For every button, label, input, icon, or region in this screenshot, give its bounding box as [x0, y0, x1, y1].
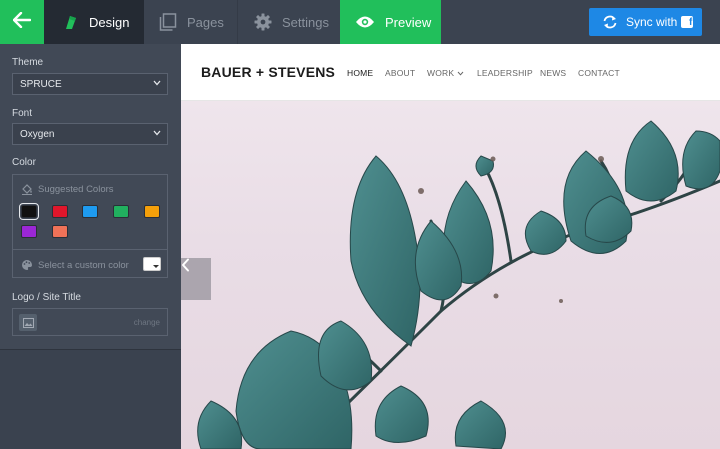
- suggested-colors-label: Suggested Colors: [38, 183, 114, 195]
- back-button[interactable]: [0, 0, 44, 44]
- sync-label: Sync with: [626, 15, 678, 29]
- hero-prev-button[interactable]: [181, 258, 211, 300]
- custom-color-label: Select a custom color: [38, 259, 129, 271]
- swatch-purple[interactable]: [21, 225, 37, 238]
- swatch-green[interactable]: [113, 205, 129, 218]
- custom-color-label-wrap: Select a custom color: [21, 259, 129, 271]
- custom-color-row[interactable]: Select a custom color: [13, 249, 167, 278]
- nav-leadership[interactable]: LEADERSHIP: [477, 68, 533, 78]
- eye-icon: [355, 15, 375, 29]
- color-picker-panel: Suggested Colors Select a custom color: [12, 174, 168, 278]
- logo-label: Logo / Site Title: [12, 292, 81, 303]
- swatch-black[interactable]: [19, 203, 39, 220]
- paint-bucket-icon: [21, 183, 33, 195]
- swatch-red[interactable]: [52, 205, 68, 218]
- tab-pages[interactable]: Pages: [144, 0, 237, 44]
- nav-contact[interactable]: CONTACT: [578, 68, 620, 78]
- font-select[interactable]: Oxygen: [12, 123, 168, 145]
- font-label: Font: [12, 108, 33, 119]
- logo-upload-field[interactable]: change: [12, 308, 168, 336]
- nav-home[interactable]: HOME: [347, 68, 373, 78]
- swatch-coral[interactable]: [52, 225, 68, 238]
- top-toolbar: Design Pages Settings Preview Sync with …: [0, 0, 720, 44]
- site-brand[interactable]: BAUER + STEVENS: [201, 64, 335, 80]
- theme-label: Theme: [12, 57, 44, 68]
- facebook-icon: f: [681, 16, 694, 28]
- font-value: Oxygen: [20, 128, 55, 140]
- logo-change-link[interactable]: change: [134, 318, 160, 327]
- nav-work[interactable]: WORK: [427, 68, 464, 78]
- back-arrow-icon: [12, 11, 32, 33]
- theme-select[interactable]: SPRUCE: [12, 73, 168, 95]
- image-placeholder-icon: [19, 314, 37, 331]
- color-label: Color: [12, 157, 36, 168]
- sync-icon: [602, 15, 618, 29]
- site-header: BAUER + STEVENS HOME ABOUT WORK LEADERSH…: [181, 44, 720, 101]
- picker-caret-icon: [153, 265, 159, 268]
- swatch-orange[interactable]: [144, 205, 160, 218]
- tab-preview-label: Preview: [385, 14, 432, 30]
- theme-value: SPRUCE: [20, 78, 62, 90]
- sync-facebook-button[interactable]: Sync with f: [589, 8, 702, 36]
- tab-settings-label: Settings: [282, 14, 329, 30]
- swatch-blue[interactable]: [82, 205, 98, 218]
- gear-icon: [254, 13, 272, 31]
- pages-icon: [159, 13, 177, 31]
- eucalyptus-illustration: [197, 120, 720, 449]
- chevron-down-icon: [153, 130, 161, 136]
- palette-icon: [21, 259, 33, 271]
- suggested-colors-heading: Suggested Colors: [21, 183, 114, 195]
- tab-design-label: Design: [89, 14, 130, 30]
- hero-image: [181, 101, 720, 449]
- tab-settings[interactable]: Settings: [237, 0, 340, 44]
- tab-design[interactable]: Design: [44, 0, 144, 44]
- design-panel: Theme SPRUCE Font Oxygen Color Suggested…: [0, 44, 181, 350]
- chevron-down-icon: [153, 80, 161, 86]
- nav-news[interactable]: NEWS: [540, 68, 566, 78]
- site-preview: BAUER + STEVENS HOME ABOUT WORK LEADERSH…: [181, 44, 720, 449]
- design-brush-icon: [63, 14, 79, 30]
- nav-about[interactable]: ABOUT: [385, 68, 415, 78]
- tab-preview[interactable]: Preview: [340, 0, 441, 44]
- design-sidebar: Theme SPRUCE Font Oxygen Color Suggested…: [0, 44, 181, 449]
- chevron-down-icon: [457, 71, 464, 76]
- custom-color-swatch[interactable]: [143, 257, 161, 271]
- tab-pages-label: Pages: [187, 14, 224, 30]
- nav-work-label: WORK: [427, 68, 455, 78]
